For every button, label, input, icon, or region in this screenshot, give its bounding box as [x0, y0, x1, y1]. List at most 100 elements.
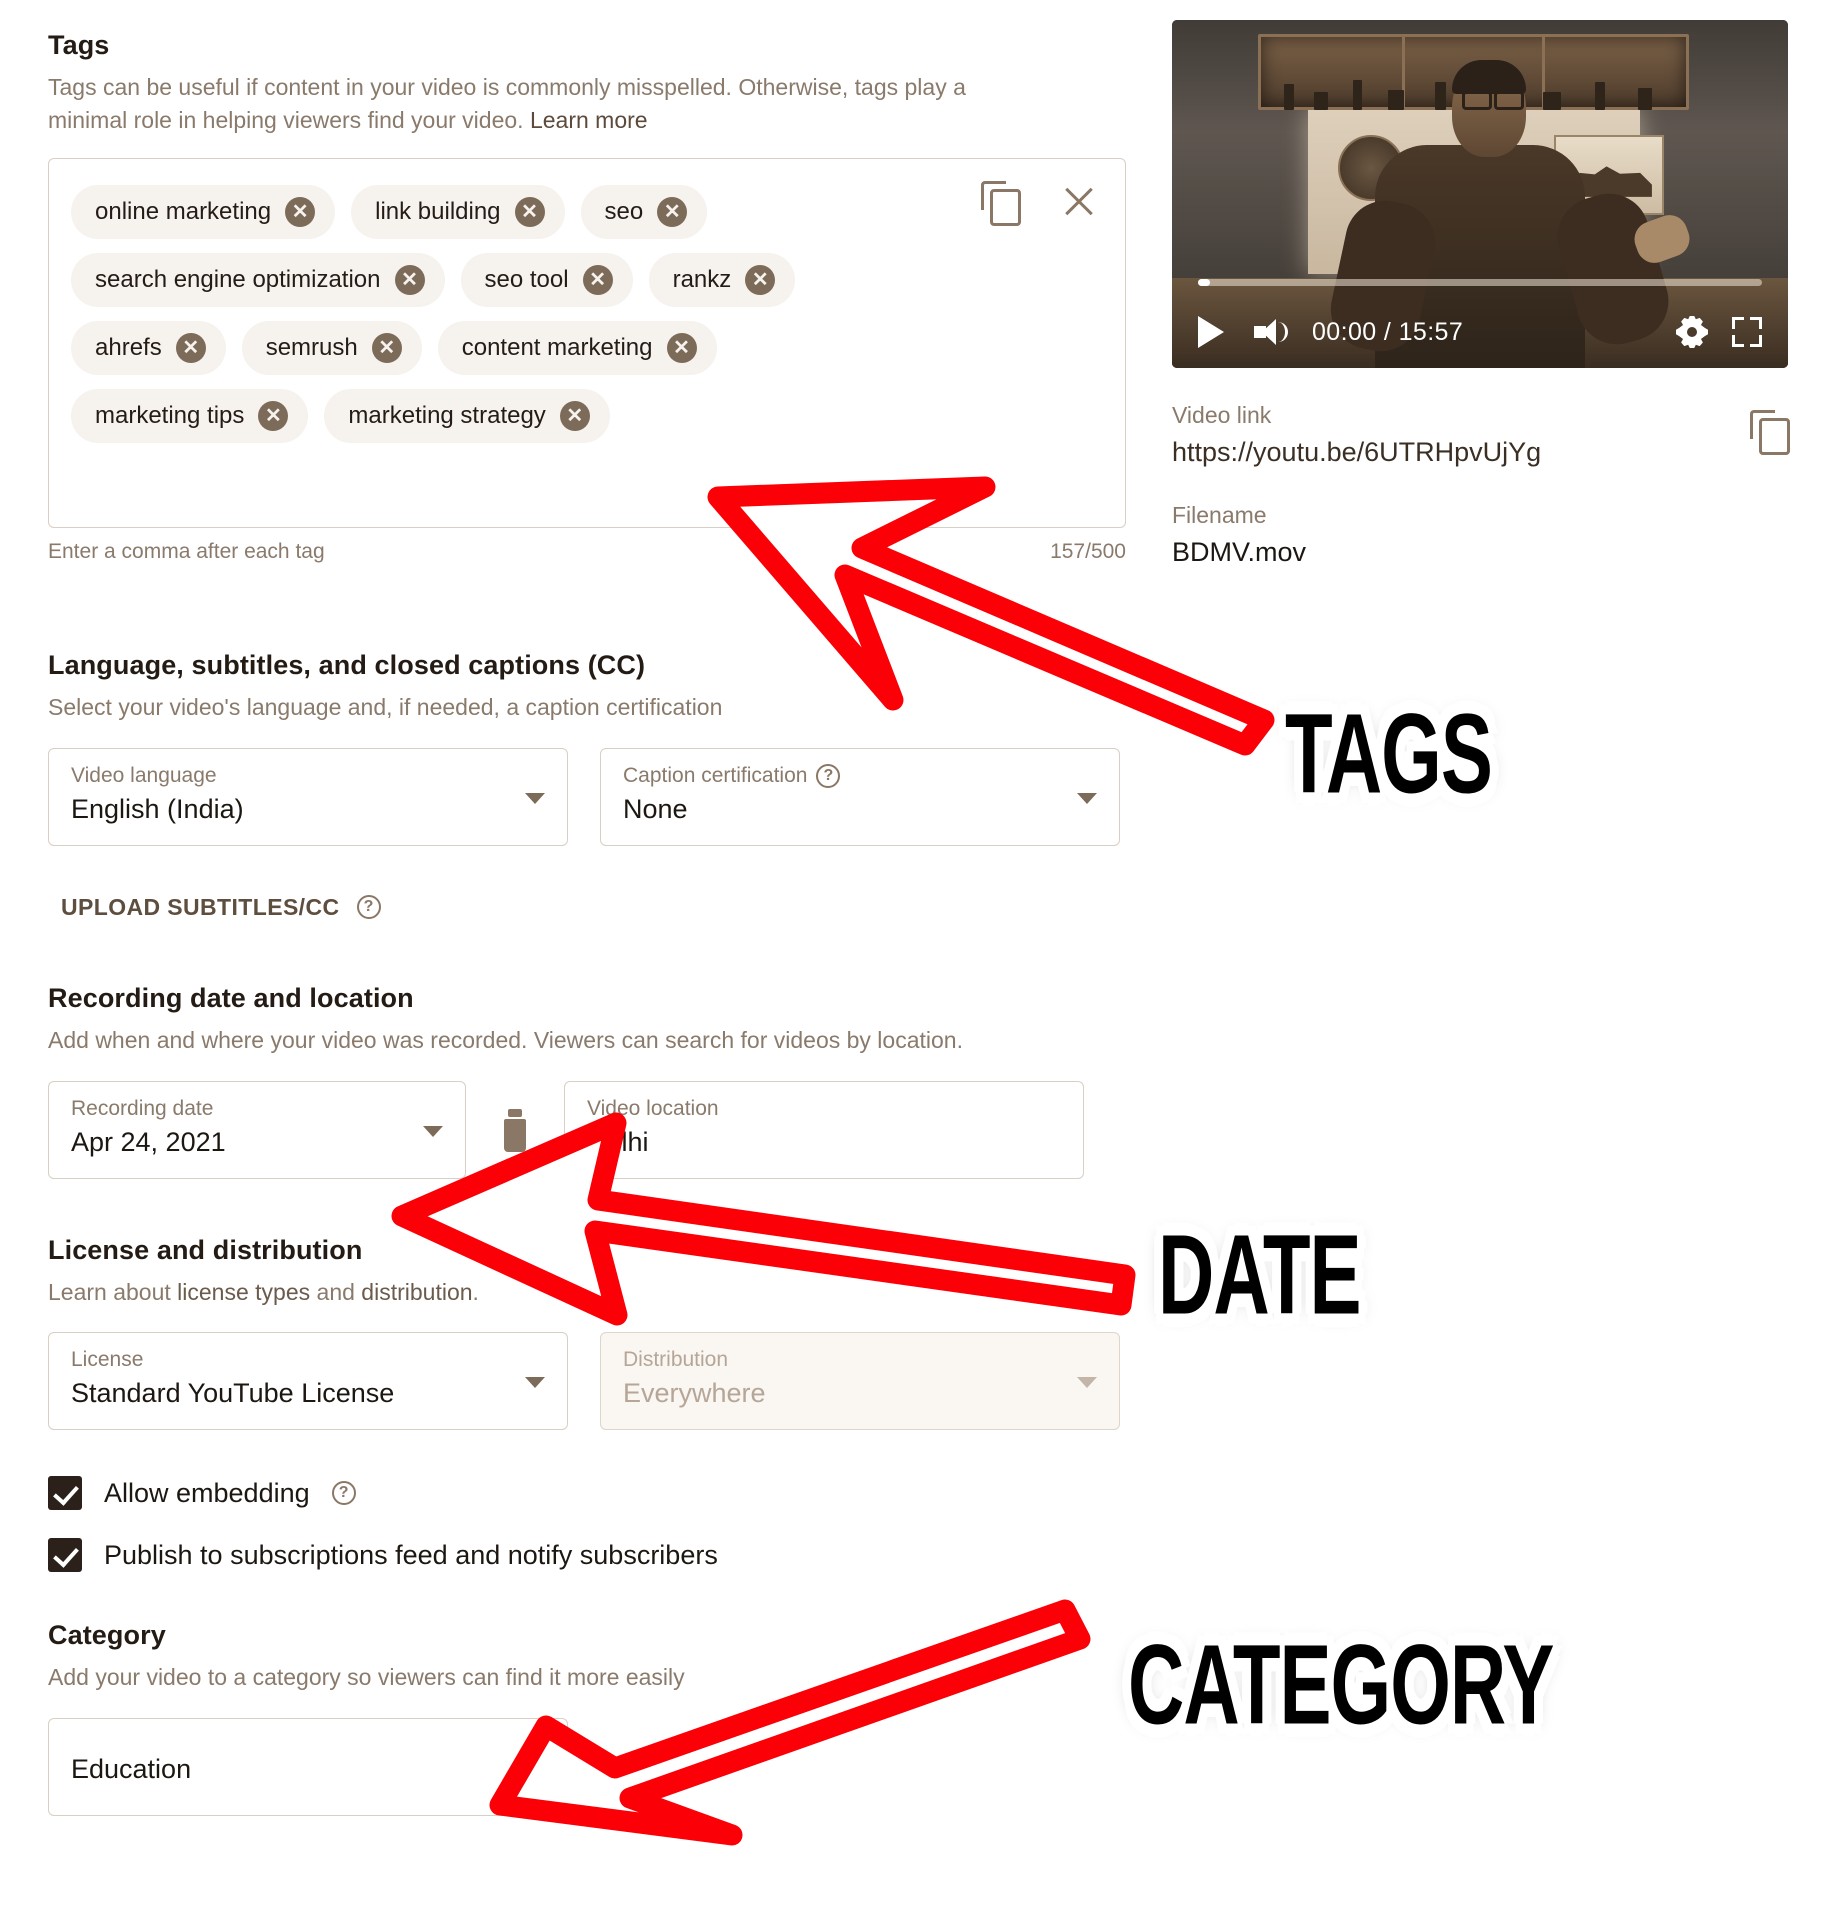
license-select[interactable]: License Standard YouTube License [48, 1332, 568, 1431]
license-fields-row: License Standard YouTube License Distrib… [48, 1332, 1138, 1431]
tag-remove-icon[interactable]: ✕ [582, 265, 613, 296]
tag-chip-label: online marketing [95, 198, 272, 226]
tag-remove-icon[interactable]: ✕ [745, 265, 776, 296]
fullscreen-icon[interactable] [1732, 317, 1762, 347]
distribution-value: Everywhere [623, 1378, 766, 1409]
video-link-value[interactable]: https://youtu.be/6UTRHpvUjYg [1172, 437, 1796, 468]
recording-date-select[interactable]: Recording date Apr 24, 2021 [48, 1080, 466, 1179]
help-icon[interactable]: ? [356, 895, 381, 920]
allow-embedding-label: Allow embedding [104, 1477, 310, 1508]
tag-chip-list: online marketing ✕ link building ✕ seo ✕ se… [71, 185, 931, 444]
publish-notify-checkbox-row[interactable]: Publish to subscriptions feed and notify… [48, 1538, 1138, 1573]
recording-section: Recording date and location Add when and… [48, 983, 1138, 1179]
tag-chip-label: marketing tips [95, 402, 245, 430]
allow-embedding-checkbox-row[interactable]: Allow embedding ? [48, 1476, 1138, 1511]
tag-chip[interactable]: marketing strategy ✕ [324, 389, 610, 444]
caption-certification-value: None [623, 793, 688, 824]
upload-subtitles-button[interactable]: UPLOAD SUBTITLES/CC ? [61, 894, 1138, 921]
tag-remove-icon[interactable]: ✕ [371, 333, 402, 364]
recording-date-value: Apr 24, 2021 [71, 1126, 226, 1157]
gear-icon[interactable] [1676, 316, 1708, 348]
category-description: Add your video to a category so viewers … [48, 1664, 685, 1691]
category-field-row: Education [48, 1717, 1138, 1816]
tag-chip-label: content marketing [461, 334, 653, 362]
help-icon[interactable]: ? [816, 763, 841, 788]
category-title: Category [48, 1620, 166, 1651]
license-label: License [71, 1348, 144, 1372]
video-language-select[interactable]: Video language English (India) [48, 747, 568, 846]
player-progress-handle[interactable] [1198, 279, 1210, 286]
tags-description: Tags can be useful if content in your vi… [48, 71, 1088, 136]
filename-block: Filename BDMV.mov [1172, 502, 1796, 568]
tag-remove-icon[interactable]: ✕ [394, 265, 425, 296]
tag-chip[interactable]: seo tool ✕ [460, 253, 633, 308]
chevron-down-icon[interactable] [1077, 792, 1097, 804]
tag-chip[interactable]: seo ✕ [580, 185, 708, 240]
distribution-label: Distribution [623, 1348, 729, 1372]
tag-chip[interactable]: ahrefs ✕ [71, 321, 226, 376]
publish-notify-label: Publish to subscriptions feed and notify… [104, 1539, 718, 1570]
caption-certification-label-text: Caption certification [623, 763, 808, 787]
tags-description-line2: minimal role in helping viewers find you… [48, 106, 524, 133]
language-title: Language, subtitles, and closed captions… [48, 650, 646, 681]
tag-remove-icon[interactable]: ✕ [559, 401, 590, 432]
tag-chip-label: seo tool [484, 266, 569, 294]
chevron-down-icon[interactable] [525, 1762, 545, 1774]
tag-remove-icon[interactable]: ✕ [666, 333, 697, 364]
play-icon[interactable] [1198, 316, 1224, 348]
video-link-block: Video link https://youtu.be/6UTRHpvUjYg [1172, 402, 1796, 468]
tag-chip[interactable]: online marketing ✕ [71, 185, 336, 240]
volume-icon[interactable] [1254, 317, 1288, 347]
tag-chip[interactable]: rankz ✕ [648, 253, 796, 308]
tag-remove-icon[interactable]: ✕ [514, 197, 545, 228]
language-section: Language, subtitles, and closed captions… [48, 650, 1138, 921]
tags-title: Tags [48, 30, 110, 60]
upload-subtitles-label: UPLOAD SUBTITLES/CC [61, 893, 340, 920]
license-checkbox-group: Allow embedding ? Publish to subscriptio… [48, 1476, 1138, 1573]
allow-embedding-checkbox[interactable] [48, 1476, 82, 1511]
tag-chip-label: link building [375, 198, 501, 226]
tag-chip-label: ahrefs [95, 334, 162, 362]
distribution-link[interactable]: distribution [361, 1279, 472, 1305]
annotation-label-tags: TAGS [1285, 689, 1493, 818]
license-description-suffix: . [472, 1278, 479, 1305]
chevron-down-icon [1077, 1377, 1097, 1389]
video-location-input[interactable]: Video location Delhi [564, 1080, 1084, 1179]
tag-chip[interactable]: content marketing ✕ [437, 321, 717, 376]
copy-icon[interactable] [981, 181, 1021, 227]
tag-remove-icon[interactable]: ✕ [285, 197, 316, 228]
publish-notify-checkbox[interactable] [48, 1538, 82, 1573]
clear-tags-close-icon[interactable] [1059, 181, 1099, 221]
tag-chip[interactable]: link building ✕ [351, 185, 565, 240]
tag-chip[interactable]: semrush ✕ [241, 321, 422, 376]
tags-input-box[interactable]: online marketing ✕ link building ✕ seo ✕ se… [48, 158, 1126, 529]
video-player-preview[interactable]: 00:00 / 15:57 [1172, 20, 1788, 368]
chevron-down-icon[interactable] [525, 1377, 545, 1389]
license-value: Standard YouTube License [71, 1378, 395, 1409]
tags-footer: Enter a comma after each tag 157/500 [48, 540, 1126, 564]
chevron-down-icon[interactable] [423, 1125, 443, 1137]
tags-description-line1: Tags can be useful if content in your vi… [48, 74, 966, 100]
license-description-middle: and [310, 1278, 362, 1305]
annotation-label-category: CATEGORY [1128, 1620, 1554, 1749]
license-types-link[interactable]: license types [177, 1279, 310, 1305]
tag-chip[interactable]: search engine optimization ✕ [71, 253, 445, 308]
tags-learn-more-link[interactable]: Learn more [530, 107, 648, 133]
tags-box-actions [981, 181, 1099, 227]
caption-certification-select[interactable]: Caption certification ? None [600, 747, 1120, 846]
trash-icon[interactable] [498, 1108, 532, 1153]
tag-chip[interactable]: marketing tips ✕ [71, 389, 309, 444]
copy-icon[interactable] [1750, 410, 1790, 455]
tag-remove-icon[interactable]: ✕ [258, 401, 289, 432]
category-select[interactable]: Education [48, 1717, 568, 1816]
help-icon[interactable]: ? [331, 1481, 356, 1506]
details-form-column: Tags Tags can be useful if content in yo… [48, 30, 1138, 1816]
tag-remove-icon[interactable]: ✕ [657, 197, 688, 228]
player-progress-bar[interactable] [1198, 279, 1762, 286]
tag-remove-icon[interactable]: ✕ [175, 333, 206, 364]
chevron-down-icon[interactable] [525, 792, 545, 804]
recording-description: Add when and where your video was record… [48, 1026, 963, 1053]
license-section: License and distribution Learn about lic… [48, 1235, 1138, 1573]
recording-fields-row: Recording date Apr 24, 2021 Video locati… [48, 1080, 1138, 1179]
category-value: Education [71, 1753, 192, 1784]
